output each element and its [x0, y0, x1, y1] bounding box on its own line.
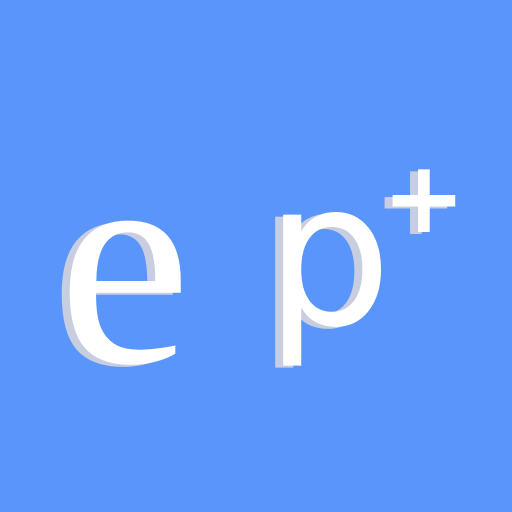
- app-icon: e p + e p +: [0, 0, 512, 512]
- logo-letter-p: p: [265, 139, 392, 372]
- logo-letter-e: e: [58, 95, 191, 427]
- logo-plus-icon: +: [382, 139, 466, 256]
- logo-mark: e p + e p +: [50, 95, 466, 429]
